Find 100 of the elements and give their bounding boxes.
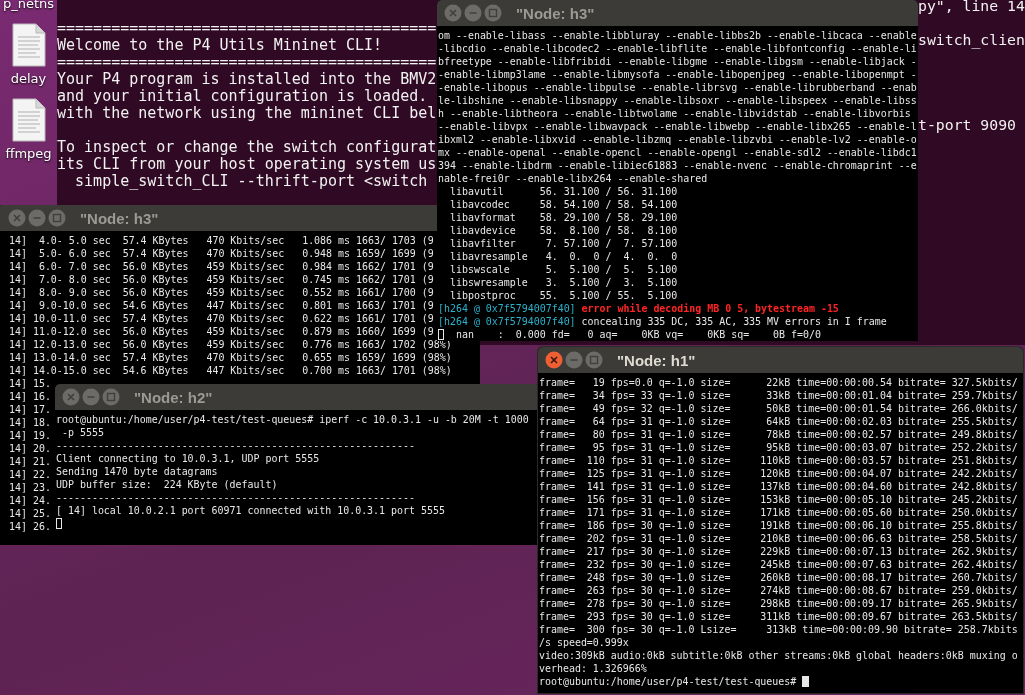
file-label[interactable]: delay <box>10 71 47 86</box>
window-title: "Node: h3" <box>516 4 595 22</box>
terminal-line: and your initial configuration is loaded. <box>57 87 428 105</box>
terminal-line: frame= 110 fps= 31 q=-1.0 size= 110kB time=00:00:03.57 bitrate= 251.8kbits/ <box>539 454 1018 467</box>
minimize-button[interactable] <box>82 388 100 406</box>
log-source: [h264 @ 0x7f5794007f40] <box>438 302 576 315</box>
terminal-line: libavdevice 58. 8.100 / 58. 8.100 <box>448 224 678 237</box>
terminal-line: frame= 263 fps= 30 q=-1.0 size= 274kB time=00:00:08.67 bitrate= 259.0kbits/ <box>539 584 1018 597</box>
window-title: "Node: h3" <box>80 209 159 227</box>
terminal-line: 14] 21. <box>7 455 51 468</box>
terminal-line: 14] 23. <box>7 481 51 494</box>
window-title: "Node: h2" <box>134 388 213 406</box>
terminal-line: libavformat 58. 29.100 / 58. 29.100 <box>448 211 678 224</box>
file-label[interactable]: ffmpeg <box>5 146 52 161</box>
terminal-line: Sending 1470 byte datagrams <box>56 465 218 478</box>
terminal-line: Your P4 program is installed into the BMV2 <box>57 70 437 88</box>
document-icon[interactable] <box>11 23 46 67</box>
terminal-line: h --enable-libtheora --enable-libtwolame --enable-libvidstab --enable-libvorbis <box>438 107 911 120</box>
terminal-line: ------------------------------------------------------------ <box>56 491 415 504</box>
terminal-line: 14] 6.0- 7.0 sec 56.0 KBytes 459 Kbits/sec 0.984 ms 1662/ 1701 (9 <box>7 260 434 273</box>
terminal-line: UDP buffer size: 224 KByte (default) <box>56 478 278 491</box>
close-button[interactable] <box>444 4 462 22</box>
terminal-line: frame= 186 fps= 30 q=-1.0 size= 191kB time=00:00:06.10 bitrate= 255.8kbits/ <box>539 519 1018 532</box>
terminal-line: ibxml2 --enable-libxvid --enable-libzmq --enable-libzvbi --enable-lv2 --enable-o <box>438 133 917 146</box>
minimize-button[interactable] <box>28 209 46 227</box>
close-button[interactable] <box>62 388 80 406</box>
terminal-line: 14] 10.0-11.0 sec 57.4 KBytes 470 Kbits/sec 0.622 ms 1661/ 1701 (9 <box>7 312 434 325</box>
terminal-line: ========================================== <box>57 53 437 71</box>
terminal-line: frame= 232 fps= 30 q=-1.0 size= 245kB time=00:00:07.63 bitrate= 262.4kbits/ <box>539 558 1018 571</box>
terminal-line: -p 5555 <box>60 426 104 439</box>
terminal-line: 14] 5.0- 6.0 sec 57.4 KBytes 470 Kbits/sec 0.948 ms 1659/ 1699 (9 <box>7 247 434 260</box>
terminal-line: libavresample 4. 0. 0 / 4. 0. 0 <box>448 250 678 263</box>
close-button[interactable] <box>545 351 563 369</box>
maximize-button[interactable] <box>484 4 502 22</box>
terminal-line: -enable-libopus --enable-libpulse --enable-librsvg --enable-librubberband --enab <box>438 81 917 94</box>
terminal-line: 14] 7.0- 8.0 sec 56.0 KBytes 459 Kbits/sec 0.745 ms 1662/ 1701 (9 <box>7 273 434 286</box>
terminal-line: libavutil 56. 31.100 / 56. 31.100 <box>448 185 678 198</box>
terminal-line: 394 --enable-libdrm --enable-libiec61883 --enable-nvenc --enable-chromaprint --e <box>438 159 917 172</box>
terminal-line: 14] 20. <box>7 442 51 455</box>
document-icon[interactable] <box>11 98 46 142</box>
terminal-line: libavfilter 7. 57.100 / 7. 57.100 <box>448 237 678 250</box>
terminal-line: root@ubuntu:/home/user/p4-test/test-queues# iperf -c 10.0.3.1 -u -b 20M -t 1000 <box>56 413 529 426</box>
terminal-line: frame= 217 fps= 30 q=-1.0 size= 229kB time=00:00:07.13 bitrate= 262.9kbits/ <box>539 545 1018 558</box>
terminal-line: bfreetype --enable-libfribidi --enable-libgme --enable-libgsm --enable-libjack - <box>438 55 917 68</box>
terminal-line: 14] 14.0-15.0 sec 54.6 KBytes 447 Kbits/sec 0.700 ms 1663/ 1701 (98%) <box>7 364 452 377</box>
terminal-line: 14] 25. <box>7 507 51 520</box>
terminal-line: nan : 0.000 fd= 0 aq= 0KB vq= 0KB sq= 0B f=0/0 <box>454 328 821 341</box>
terminal-line: with the network using the mininet CLI bel <box>57 104 437 122</box>
maximize-button[interactable] <box>48 209 66 227</box>
terminal-line: video:309kB audio:0kB subtitle:0kB other streams:0kB global headers:0kB muxing o <box>539 649 1018 662</box>
maximize-button[interactable] <box>102 388 120 406</box>
terminal-line: frame= 19 fps=0.0 q=-1.0 size= 22kB time=00:00:00.54 bitrate= 327.5kbits/ <box>539 376 1018 389</box>
terminal-line: 14] 4.0- 5.0 sec 57.4 KBytes 470 Kbits/sec 1.086 ms 1663/ 1703 (9 <box>7 234 434 247</box>
terminal-line: simple_switch_CLI --thrift-port <switch <box>74 172 428 190</box>
terminal-line: frame= 64 fps= 31 q=-1.0 size= 64kB time=00:00:02.03 bitrate= 255.5kbits/ <box>539 415 1018 428</box>
terminal-line: libswresample 3. 5.100 / 3. 5.100 <box>448 276 678 289</box>
terminal-line: frame= 49 fps= 32 q=-1.0 size= 50kB time=00:00:01.54 bitrate= 266.0kbits/ <box>539 402 1018 415</box>
terminal-line: To inspect or change the switch configurat <box>57 138 437 156</box>
terminal-line: 14] 24. <box>7 494 51 507</box>
terminal-line: -enable-libmp3lame --enable-libmysofa --enable-libopenjpeg --enable-libopenmpt - <box>438 68 917 81</box>
terminal-line: frame= 125 fps= 31 q=-1.0 size= 120kB time=00:00:04.07 bitrate= 242.2kbits/ <box>539 467 1018 480</box>
terminal-line: 14] 16. <box>7 390 51 403</box>
terminal-line: libpostproc 55. 5.100 / 55. 5.100 <box>448 289 678 302</box>
terminal-line: frame= 293 fps= 30 q=-1.0 size= 311kB time=00:00:09.67 bitrate= 263.5kbits/ <box>539 610 1018 623</box>
terminal-line: /s speed=0.999x <box>539 636 629 649</box>
terminal-line: root@ubuntu:/home/user/p4-test/test-queues# <box>539 675 798 688</box>
log-source: [h264 @ 0x7f5794007f40] <box>438 315 576 328</box>
maximize-button[interactable] <box>585 351 603 369</box>
minimize-button[interactable] <box>464 4 482 22</box>
terminal-line: frame= 95 fps= 31 q=-1.0 size= 95kB time=00:00:03.07 bitrate= 252.2kbits/ <box>539 441 1018 454</box>
terminal-line: frame= 80 fps= 31 q=-1.0 size= 78kB time=00:00:02.57 bitrate= 249.8kbits/ <box>539 428 1018 441</box>
terminal-line: 14] 12.0-13.0 sec 56.0 KBytes 459 Kbits/sec 0.776 ms 1663/ 1702 (98%) <box>7 338 452 351</box>
terminal-line: frame= 171 fps= 31 q=-1.0 size= 171kB time=00:00:05.60 bitrate= 250.0kbits/ <box>539 506 1018 519</box>
terminal-line: verhead: 1.326966% <box>539 662 647 675</box>
terminal-line: om --enable-libass --enable-libbluray --enable-libbs2b --enable-libcaca --enable <box>438 29 917 42</box>
close-button[interactable] <box>8 209 26 227</box>
terminal-line: frame= 156 fps= 31 q=-1.0 size= 153kB time=00:00:05.10 bitrate= 245.2kbits/ <box>539 493 1018 506</box>
terminal-line: 14] 17. <box>7 403 51 416</box>
terminal-line: frame= 278 fps= 30 q=-1.0 size= 298kB time=00:00:09.17 bitrate= 265.9kbits/ <box>539 597 1018 610</box>
minimize-button[interactable] <box>565 351 583 369</box>
terminal-line: ------------------------------------------------------------ <box>56 439 415 452</box>
terminal-line: Client connecting to 10.0.3.1, UDP port 5555 <box>56 452 320 465</box>
terminal-line: 14] 26. <box>7 520 51 533</box>
terminal-line: 14] 22. <box>7 468 51 481</box>
terminal-line: mx --enable-openal --enable-opencl --enable-opengl --enable-sdl2 --enable-libdc1 <box>438 146 917 159</box>
window-title: "Node: h1" <box>617 351 696 369</box>
terminal-line: -libcdio --enable-libcodec2 --enable-libflite --enable-libfontconfig --enable-li <box>438 42 917 55</box>
terminal-line: ========================================== <box>57 19 437 37</box>
terminal-line: 14] 8.0- 9.0 sec 56.0 KBytes 459 Kbits/sec 0.552 ms 1661/ 1700 (9 <box>7 286 434 299</box>
terminal-line: 14] 18. <box>7 416 51 429</box>
terminal-line: [ 14] local 10.0.2.1 port 60971 connected with 10.0.3.1 port 5555 <box>56 504 445 517</box>
terminal-line: 14] 19. <box>7 429 51 442</box>
terminal-line: 14] 11.0-12.0 sec 56.0 KBytes 459 Kbits/sec 0.879 ms 1660/ 1699 (9 <box>7 325 434 338</box>
terminal-line: Welcome to the P4 Utils Mininet CLI! <box>57 36 383 54</box>
terminal-line: nable-frei0r --enable-libx264 --enable-shared <box>438 172 708 185</box>
terminal-line: libswscale 5. 5.100 / 5. 5.100 <box>448 263 678 276</box>
terminal-line: libavcodec 58. 54.100 / 58. 54.100 <box>448 198 678 211</box>
terminal-line: its CLI from your host operating system us <box>57 155 437 173</box>
terminal-line: --enable-libvpx --enable-libwavpack --enable-libwebp --enable-libx265 --enable-l <box>438 120 917 133</box>
terminal-line: frame= 34 fps= 33 q=-1.0 size= 33kB time=00:00:01.04 bitrate= 259.7kbits/ <box>539 389 1018 402</box>
